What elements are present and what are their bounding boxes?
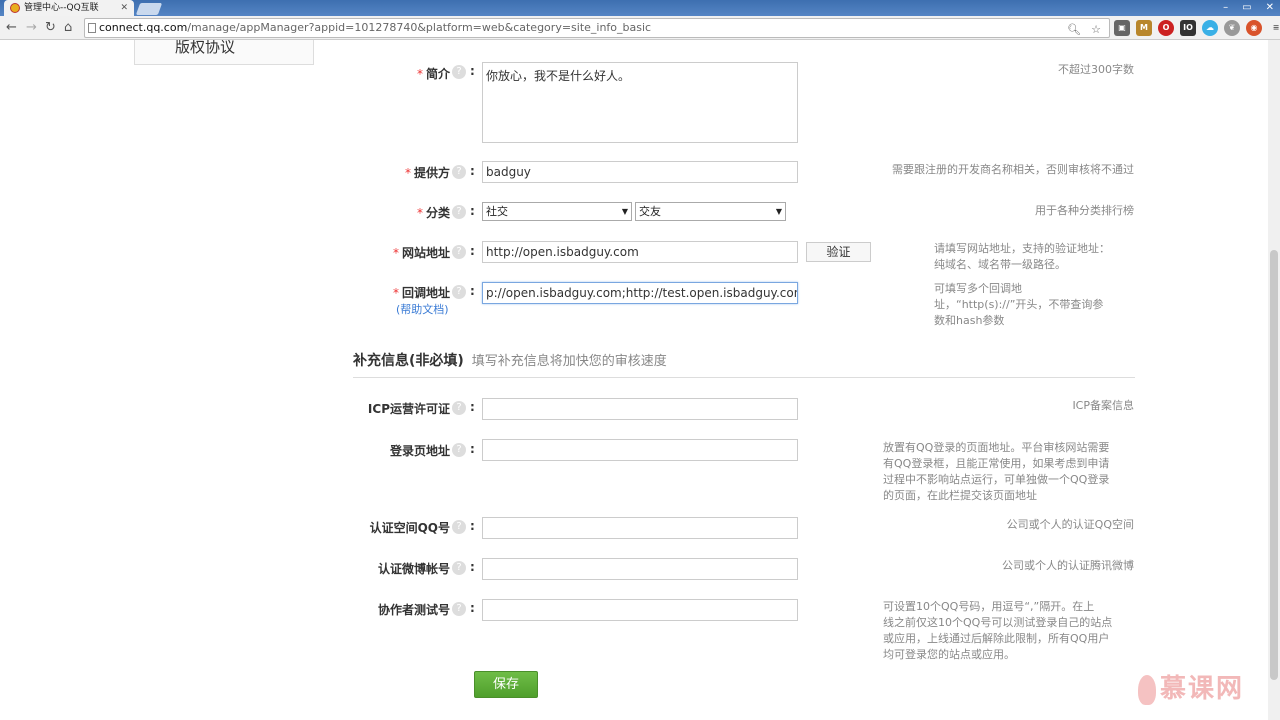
help-doc-link[interactable]: (帮助文档) <box>396 301 449 317</box>
opera-icon[interactable]: O <box>1158 20 1174 36</box>
close-window-icon[interactable]: ✕ <box>1266 0 1274 16</box>
testers-hint-line4: 均可登录您的站点或应用。 <box>883 648 1015 661</box>
login-page-hint-line1: 放置有QQ登录的页面地址。平台审核网站需要 <box>883 441 1110 454</box>
window-controls: – ▭ ✕ <box>1223 0 1274 16</box>
new-tab-button[interactable] <box>135 3 163 15</box>
maximize-icon[interactable]: ▭ <box>1242 0 1251 16</box>
tab-bar: 管理中心--QQ互联 ✕ – ▭ ✕ <box>0 0 1280 16</box>
testers-hint-line1: 可设置10个QQ号码，用逗号“,”隔开。在上 <box>883 600 1095 613</box>
extension-m-icon[interactable]: M <box>1136 20 1152 36</box>
url-path: /manage/appManager?appid=101278740&platf… <box>187 21 652 34</box>
callback-hint-line3: 数和hash参数 <box>934 314 1005 327</box>
page-scrollbar[interactable] <box>1268 40 1280 720</box>
help-icon[interactable]: ? <box>452 245 466 259</box>
qzone-input[interactable] <box>482 517 798 539</box>
extension-io-icon[interactable]: IO <box>1180 20 1196 36</box>
login-page-hint-line2: 有QQ登录框，且能正常使用，如果考虑到申请 <box>883 457 1110 470</box>
intro-textarea[interactable]: 你放心，我不是什么好人。 <box>482 62 798 143</box>
scrollbar-thumb[interactable] <box>1270 250 1278 680</box>
back-icon[interactable]: ← <box>6 19 17 37</box>
callback-hint-line1: 可填写多个回调地 <box>934 282 1022 295</box>
close-tab-icon[interactable]: ✕ <box>120 0 128 16</box>
minimize-icon[interactable]: – <box>1223 0 1228 16</box>
intro-hint: 不超过300字数 <box>1058 63 1134 76</box>
help-icon[interactable]: ? <box>452 443 466 457</box>
supplement-title: 补充信息(非必填) <box>353 353 464 369</box>
weibo-hint: 公司或个人的认证腾讯微博 <box>1002 559 1134 572</box>
search-icon[interactable]: 🔍︎ <box>1067 23 1081 37</box>
sidebar-item-copyright[interactable]: 版权协议 <box>134 40 314 65</box>
intro-label: * 简介 <box>416 67 450 81</box>
page-content: 版权协议 * 简介 ? : 你放心，我不是什么好人。 不超过300字数 * 提供方 … <box>0 40 1268 720</box>
login-page-input[interactable] <box>482 439 798 461</box>
help-icon[interactable]: ? <box>452 285 466 299</box>
supplement-section-header: 补充信息(非必填) 填写补充信息将加快您的审核速度 <box>353 350 1135 378</box>
help-icon[interactable]: ? <box>452 165 466 179</box>
category-hint: 用于各种分类排行榜 <box>1035 204 1134 217</box>
login-page-hint-line3: 过程中不影响站点运行，可单独做一个QQ登录 <box>883 473 1110 486</box>
help-icon[interactable]: ? <box>452 205 466 219</box>
callback-label: * 回调地址 <box>392 286 450 300</box>
home-icon[interactable]: ⌂ <box>64 19 72 37</box>
testers-input[interactable] <box>482 599 798 621</box>
supplement-subtitle: 填写补充信息将加快您的审核速度 <box>471 354 667 369</box>
website-hint-line2: 纯域名、域名带一级路径。 <box>934 258 1066 271</box>
browser-toolbar: ← → ↻ ⌂ connect.qq.com/manage/appManager… <box>0 16 1280 40</box>
menu-icon[interactable]: ≡ <box>1268 20 1280 36</box>
qzone-label: 认证空间QQ号 <box>369 521 450 535</box>
qzone-hint: 公司或个人的认证QQ空间 <box>1006 518 1134 531</box>
screen-icon[interactable]: ▣ <box>1114 20 1130 36</box>
website-label: * 网站地址 <box>392 246 450 260</box>
address-bar[interactable]: connect.qq.com/manage/appManager?appid=1… <box>84 18 1110 38</box>
leaf-icon[interactable]: ❦ <box>1224 20 1240 36</box>
help-icon[interactable]: ? <box>452 520 466 534</box>
help-icon[interactable]: ? <box>452 561 466 575</box>
dropdown-arrow-icon: ▼ <box>621 207 628 216</box>
website-input[interactable]: http://open.isbadguy.com <box>482 241 798 263</box>
weibo-input[interactable] <box>482 558 798 580</box>
weibo-icon[interactable]: ◉ <box>1246 20 1262 36</box>
help-icon[interactable]: ? <box>452 602 466 616</box>
star-icon[interactable]: ☆ <box>1089 23 1103 37</box>
testers-hint-line3: 或应用，上线通过后解除此限制，所有QQ用户 <box>883 632 1110 645</box>
category-select-primary[interactable]: 社交 ▼ <box>482 202 632 221</box>
imooc-watermark: 慕课网 <box>1138 668 1244 705</box>
dropdown-arrow-icon: ▼ <box>775 207 782 216</box>
provider-input[interactable]: badguy <box>482 161 798 183</box>
help-icon[interactable]: ? <box>452 401 466 415</box>
reload-icon[interactable]: ↻ <box>45 19 56 37</box>
help-icon[interactable]: ? <box>452 65 466 79</box>
category-select-secondary[interactable]: 交友 ▼ <box>635 202 786 221</box>
callback-hint-line2: 址，“http(s)://”开头，不带查询参 <box>934 298 1104 311</box>
icp-hint: ICP备案信息 <box>1072 399 1134 412</box>
url-host: connect.qq.com <box>99 21 188 34</box>
provider-hint: 需要跟注册的开发商名称相关，否则审核将不通过 <box>892 163 1134 176</box>
weibo-label: 认证微博帐号 <box>377 562 450 576</box>
icp-input[interactable] <box>482 398 798 420</box>
login-page-hint-line4: 的页面，在此栏提交该页面地址 <box>883 489 1037 502</box>
forward-icon[interactable]: → <box>26 19 37 37</box>
browser-tab[interactable]: 管理中心--QQ互联 ✕ <box>4 0 134 16</box>
callback-input[interactable]: p://open.isbadguy.com;http://test.open.i… <box>482 282 798 304</box>
testers-label: 协作者测试号 <box>377 603 450 617</box>
provider-label: * 提供方 <box>404 166 450 180</box>
tab-title: 管理中心--QQ互联 <box>24 3 99 13</box>
icp-label: ICP运营许可证 <box>367 402 450 416</box>
save-button[interactable]: 保存 <box>474 671 538 698</box>
testers-hint-line2: 线之前仅这10个QQ号可以测试登录自己的站点 <box>883 616 1113 629</box>
page-icon <box>88 23 96 33</box>
verify-button[interactable]: 验证 <box>806 242 871 262</box>
cloud-icon[interactable]: ☁ <box>1202 20 1218 36</box>
category-label: * 分类 <box>416 206 450 220</box>
website-hint-line1: 请填写网站地址，支持的验证地址： <box>934 242 1110 255</box>
login-page-label: 登录页地址 <box>389 444 450 458</box>
flame-logo-icon <box>1138 674 1156 705</box>
extension-icons: ▣ M O IO ☁ ❦ ◉ ≡ <box>1114 20 1280 36</box>
qq-penguin-icon <box>10 3 20 13</box>
